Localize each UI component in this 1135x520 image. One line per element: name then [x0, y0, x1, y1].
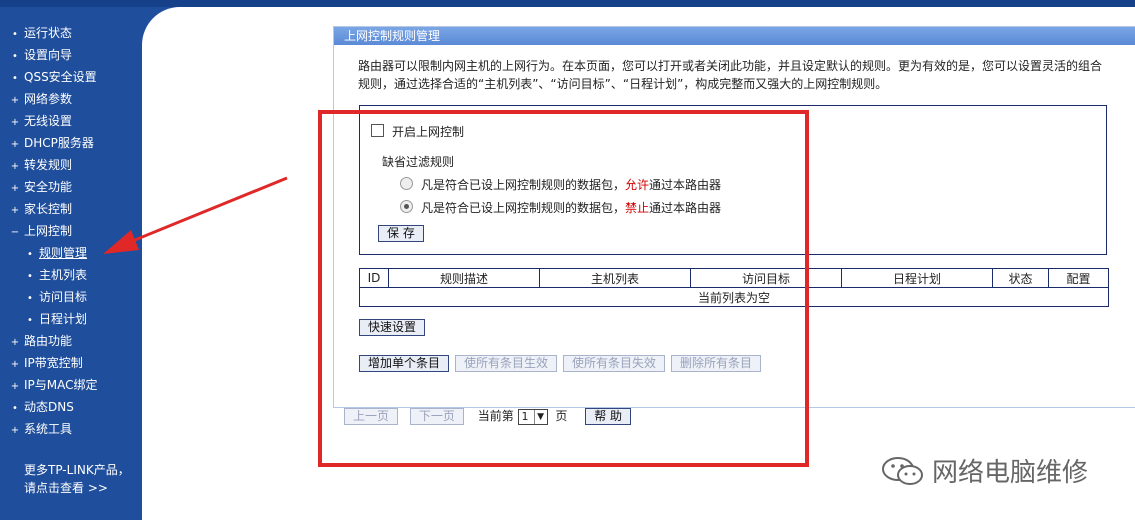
next-page-button[interactable]: 下一页	[409, 408, 464, 425]
delete-all-button[interactable]: 删除所有条目	[671, 355, 762, 372]
sidebar-item-access-control[interactable]: − 上网控制	[0, 220, 98, 242]
table-header-row: ID 规则描述 主机列表 访问目标 日程计划 状态 配置	[359, 268, 1109, 288]
column-header-config: 配置	[1048, 268, 1109, 288]
more-products-line2: 请点击查看 >>	[24, 481, 108, 495]
quick-setup-button[interactable]: 快速设置	[359, 319, 426, 336]
disable-all-button[interactable]: 使所有条目失效	[563, 355, 666, 372]
column-header-status: 状态	[992, 268, 1049, 288]
expand-icon: +	[10, 117, 20, 128]
collapse-icon: −	[10, 227, 20, 238]
bullet-icon: •	[27, 293, 33, 304]
expand-icon: +	[10, 205, 20, 216]
expand-icon: +	[10, 95, 20, 106]
sidebar-item-dhcp[interactable]: + DHCP服务器	[0, 132, 98, 154]
sidebar-nav: • 运行状态 • 设置向导 • QSS安全设置 + 网络参数 + 无线设置 + DHCP服务…	[0, 22, 98, 440]
sidebar-item-wizard[interactable]: • 设置向导	[0, 44, 98, 66]
chevron-down-icon: ▼	[533, 409, 547, 424]
page-select[interactable]: 1 ▼	[517, 408, 548, 425]
top-bar	[0, 0, 1135, 7]
sidebar-item-security[interactable]: + 安全功能	[0, 176, 98, 198]
rule-management-panel: 上网控制规则管理 路由器可以限制内网主机的上网行为。在本页面，您可以打开或者关闭…	[333, 26, 1135, 425]
bullet-icon: •	[12, 51, 18, 62]
expand-icon: +	[10, 381, 20, 392]
pagination: 上一页 下一页 当前第 1 ▼ 页 帮 助	[344, 407, 632, 425]
expand-icon: +	[10, 425, 20, 436]
bullet-icon: •	[12, 73, 18, 84]
sidebar-item-qss[interactable]: • QSS安全设置	[0, 66, 98, 88]
add-entry-button[interactable]: 增加单个条目	[359, 355, 450, 372]
bullet-icon: •	[27, 271, 33, 282]
panel-title: 上网控制规则管理	[334, 27, 1135, 45]
expand-icon: +	[10, 359, 20, 370]
enable-control-checkbox[interactable]	[371, 124, 384, 137]
help-button[interactable]: 帮 助	[585, 408, 632, 425]
watermark: 网络电脑维修	[880, 452, 1088, 489]
rules-table: ID 规则描述 主机列表 访问目标 日程计划 状态 配置 当前列表为空	[359, 268, 1109, 307]
sidebar-item-system-tools[interactable]: + 系统工具	[0, 418, 98, 440]
page-suffix-label: 页	[555, 409, 568, 423]
current-page-label: 当前第	[477, 409, 514, 423]
sidebar: • 运行状态 • 设置向导 • QSS安全设置 + 网络参数 + 无线设置 + DHCP服务…	[0, 7, 142, 520]
sidebar-item-ddns[interactable]: • 动态DNS	[0, 396, 98, 418]
deny-radio[interactable]	[400, 200, 413, 213]
expand-icon: +	[10, 337, 20, 348]
bullet-icon: •	[27, 249, 33, 260]
bullet-icon: •	[27, 315, 33, 326]
wechat-icon	[882, 457, 923, 485]
sidebar-item-forwarding[interactable]: + 转发规则	[0, 154, 98, 176]
filter-settings-box: 开启上网控制 缺省过滤规则 凡是符合已设上网控制规则的数据包，允许通过本路由器 …	[359, 105, 1107, 255]
empty-list-text: 当前列表为空	[359, 287, 1109, 307]
deny-rule-option[interactable]: 凡是符合已设上网控制规则的数据包，禁止通过本路由器	[400, 199, 721, 216]
column-header-id: ID	[359, 268, 389, 288]
expand-icon: +	[10, 183, 20, 194]
bullet-icon: •	[12, 403, 18, 414]
default-rule-label: 缺省过滤规则	[382, 155, 455, 169]
column-header-access-target: 访问目标	[690, 268, 842, 288]
enable-control-label: 开启上网控制	[392, 125, 465, 139]
sidebar-item-status[interactable]: • 运行状态	[0, 22, 98, 44]
table-row: 当前列表为空	[359, 287, 1109, 307]
sidebar-item-access-target[interactable]: • 访问目标	[0, 286, 98, 308]
intro-text: 路由器可以限制内网主机的上网行为。在本页面，您可以打开或者关闭此功能，并且设定默…	[358, 59, 1103, 91]
allow-radio[interactable]	[400, 177, 413, 190]
sidebar-item-bandwidth[interactable]: + IP带宽控制	[0, 352, 98, 374]
column-header-schedule: 日程计划	[841, 268, 993, 288]
sidebar-item-network[interactable]: + 网络参数	[0, 88, 98, 110]
expand-icon: +	[10, 161, 20, 172]
sidebar-item-schedule[interactable]: • 日程计划	[0, 308, 98, 330]
column-header-host-list: 主机列表	[539, 268, 691, 288]
sidebar-item-routing[interactable]: + 路由功能	[0, 330, 98, 352]
prev-page-button[interactable]: 上一页	[344, 408, 399, 425]
sidebar-item-wireless[interactable]: + 无线设置	[0, 110, 98, 132]
sidebar-item-rule-management[interactable]: • 规则管理	[0, 242, 98, 264]
sidebar-item-ip-mac-binding[interactable]: + IP与MAC绑定	[0, 374, 98, 396]
allow-rule-option[interactable]: 凡是符合已设上网控制规则的数据包，允许通过本路由器	[400, 176, 721, 193]
watermark-text: 网络电脑维修	[932, 458, 1089, 488]
bullet-icon: •	[12, 29, 18, 40]
annotation-arrow-icon	[103, 176, 288, 254]
enable-all-button[interactable]: 使所有条目生效	[455, 355, 558, 372]
sidebar-item-host-list[interactable]: • 主机列表	[0, 264, 98, 286]
more-products-line1: 更多TP-LINK产品，	[24, 463, 130, 477]
expand-icon: +	[10, 139, 20, 150]
save-button[interactable]: 保 存	[378, 225, 424, 242]
sidebar-item-parental[interactable]: + 家长控制	[0, 198, 98, 220]
column-header-description: 规则描述	[388, 268, 540, 288]
more-products-link[interactable]: 更多TP-LINK产品， 请点击查看 >>	[24, 461, 130, 497]
enable-control-row[interactable]: 开启上网控制	[371, 123, 464, 140]
